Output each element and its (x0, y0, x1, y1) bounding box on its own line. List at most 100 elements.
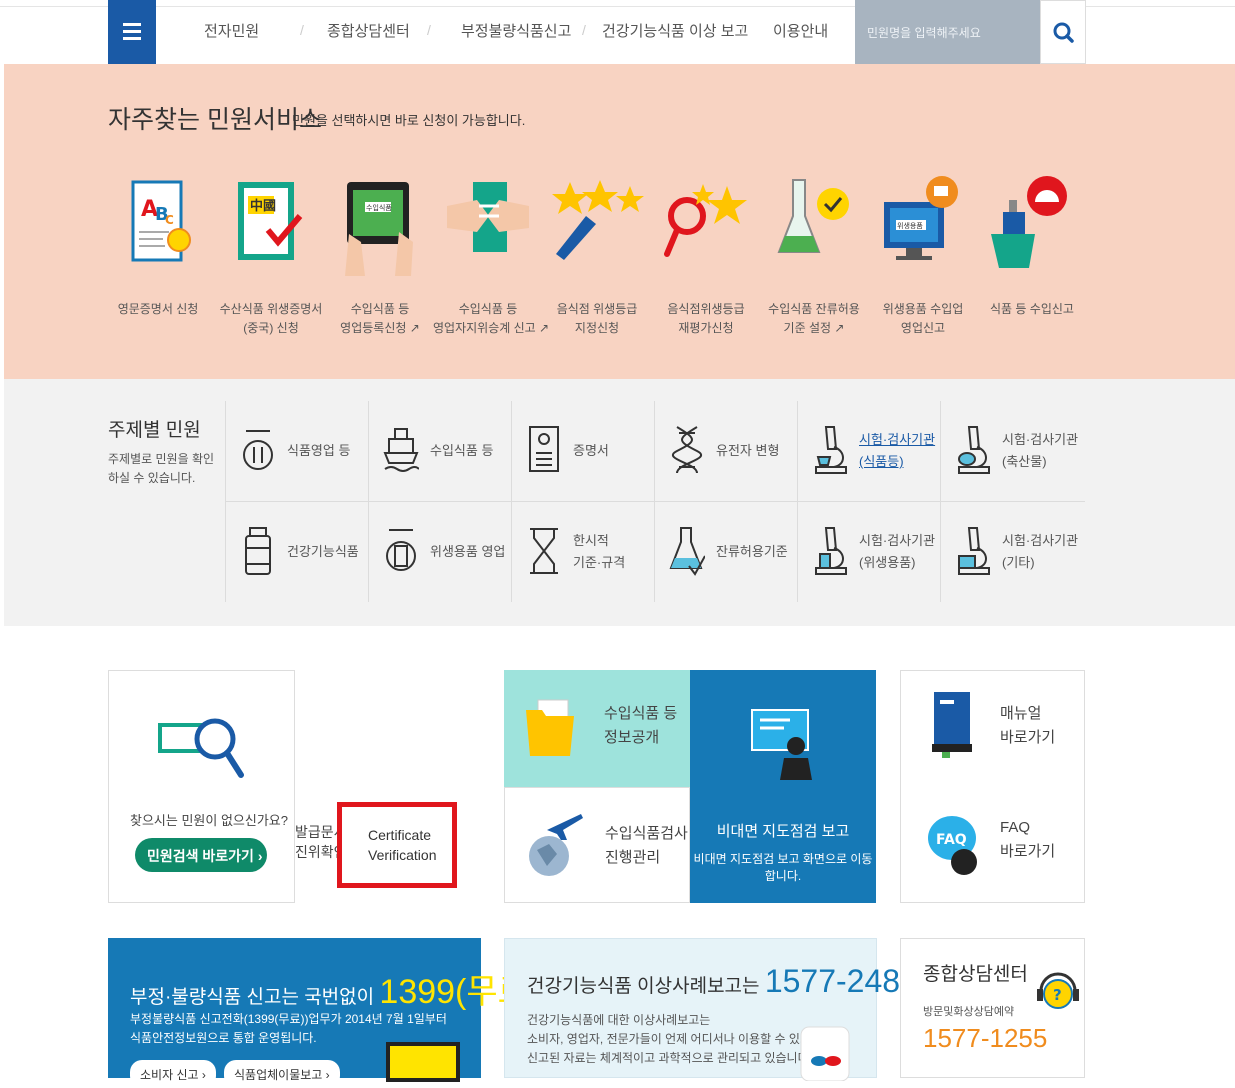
ship-icon (991, 176, 1067, 268)
service-label: 수입식품 등 영업자지위승계 신고 ↗ (433, 302, 550, 335)
cell-label: 한시적 기준·규격 (573, 533, 626, 570)
theme-services-title: 주제별 민원 (108, 420, 201, 441)
certificate-verification-callout[interactable]: Certificate Verification (337, 802, 457, 888)
tile-import-inspection[interactable]: 수입식품검사 진행관리 (504, 787, 690, 903)
china-document-icon: 中國 (238, 182, 303, 260)
theme-cell-certificate[interactable]: 증명서 (511, 401, 654, 501)
bottle-icon (245, 527, 271, 575)
cell-label: 증명서 (573, 443, 609, 458)
tablet-icon: 수입식품 (345, 182, 413, 276)
service-label: 음식점 위생등급 지정신청 (556, 302, 638, 335)
flask-check-icon (669, 527, 705, 576)
handshake-icon (447, 182, 529, 252)
nav-item-e-civil[interactable]: 전자민원 (204, 20, 259, 41)
consumer-report-button[interactable]: 소비자 신고 › (130, 1060, 216, 1088)
theme-services-description: 주제별로 민원을 확인하실 수 있습니다. (108, 452, 215, 485)
certificate-icon: ABC (131, 180, 191, 262)
globe-plane-icon (529, 814, 583, 876)
theme-cell-hygiene-business[interactable]: 위생용품 영업 (368, 502, 511, 602)
nav-item-health-food[interactable]: 건강기능식품 이상 보고 (602, 20, 748, 41)
certificate-outline-icon (529, 426, 559, 472)
search-icon (1053, 22, 1074, 43)
tile-label: 수입식품검사 진행관리 (605, 825, 688, 866)
service-label: 음식점위생등급 재평가신청 (667, 302, 745, 335)
service-label: 영문증명서 신청 (117, 302, 199, 316)
faq-label: FAQ 바로가기 (1000, 819, 1056, 860)
cell-label: 잔류허용기준 (716, 544, 788, 559)
service-label: 수입식품 잔류허용 기준 설정 ↗ (768, 302, 860, 335)
menu-button[interactable] (108, 0, 156, 64)
health-report-description: 건강기능식품에 대한 이상사례보고는 소비자, 영업자, 전문가들이 언제 어디서… (527, 1013, 815, 1065)
svg-text:위생용품: 위생용품 (897, 221, 923, 230)
tile-import-info[interactable]: 수입식품 등 정보공개 (504, 670, 690, 787)
magnifier-star-icon (664, 184, 747, 257)
search-button[interactable] (1040, 0, 1086, 64)
service-label: 수입식품 등 영업등록신청 ↗ (340, 302, 420, 335)
faq-bubble-icon: FAQ (928, 816, 977, 875)
service-label: 수산식품 위생증명서 (중국) 신청 (219, 302, 323, 335)
remote-inspection-title: 비대면 지도점검 보고 (716, 823, 850, 840)
dna-icon (672, 426, 702, 474)
counsel-phone: 1577-1255 (923, 1023, 1048, 1053)
svg-text:FAQ: FAQ (936, 832, 967, 848)
search-magnifier-icon (158, 718, 244, 778)
theme-cell-food-business[interactable]: 식품영업 등 (225, 401, 368, 501)
microscope-bottle-icon (815, 527, 847, 575)
theme-cell-gmo[interactable]: 유전자 변형 (654, 401, 797, 501)
pill-bottle-icon (800, 1026, 850, 1081)
foreign-matter-report-button[interactable]: 식품업체이물보고 › (224, 1060, 340, 1088)
cell-label: 시험·검사기관 (위생용품) (859, 533, 936, 570)
fork-knife-icon (243, 430, 273, 470)
faq-link[interactable]: FAQ FAQ 바로가기 (900, 786, 1085, 903)
counsel-center-banner[interactable]: 종합상담센터 방문및화상상담예약 1577-1255 ? (900, 938, 1085, 1078)
stars-icon (552, 180, 644, 260)
nav-item-counsel[interactable]: 종합상담센터 (327, 20, 410, 41)
cell-label: 식품영업 등 (287, 443, 351, 458)
theme-cell-imported-food[interactable]: 수입식품 등 (368, 401, 511, 501)
manual-link[interactable]: 매뉴얼 바로가기 (900, 670, 1085, 786)
nav-separator: / (740, 22, 744, 38)
theme-cell-health-food[interactable]: 건강기능식품 (225, 502, 368, 602)
nav-item-guide[interactable]: 이용안내 (773, 20, 828, 41)
frequent-services-title: 자주찾는 민원서비스 (108, 106, 322, 134)
nav-item-bad-food[interactable]: 부정불량식품신고 (461, 20, 571, 41)
cell-label: 시험·검사기관 (축산물) (1002, 432, 1079, 469)
headset-icon: ? (1037, 972, 1079, 1009)
remote-monitor-icon (751, 709, 812, 780)
nav-separator: / (427, 22, 431, 38)
service-label: 위생용품 수입업 영업신고 (882, 302, 964, 335)
theme-cell-lab-other[interactable]: 시험·검사기관 (기타) (940, 502, 1083, 602)
svg-text:?: ? (1053, 986, 1062, 1004)
tile-label: 수입식품 등 정보공개 (604, 705, 678, 746)
cell-label: 유전자 변형 (716, 443, 780, 458)
cell-label: 건강기능식품 (287, 544, 359, 559)
find-service-button[interactable]: 민원검색 바로가기 › (135, 838, 267, 872)
health-food-report-banner[interactable]: 건강기능식품 이상사례보고는 1577-2488 건강기능식품에 대한 이상사례… (504, 938, 918, 1081)
search-input[interactable]: 민원명을 입력해주세요 (855, 0, 1040, 64)
phone-illustration (386, 1042, 460, 1082)
theme-cell-lab-livestock[interactable]: 시험·검사기관 (축산물) (940, 401, 1083, 501)
theme-cell-lab-food[interactable]: 시험·검사기관 (식품등) (797, 401, 940, 501)
theme-cell-temporary-standard[interactable]: 한시적 기준·규격 (511, 502, 654, 602)
manual-label: 매뉴얼 바로가기 (1000, 705, 1056, 746)
theme-cell-residue-standard[interactable]: 잔류허용기준 (654, 502, 797, 602)
hourglass-icon (530, 528, 558, 574)
svg-text:수입식품: 수입식품 (366, 203, 392, 212)
theme-cell-lab-hygiene[interactable]: 시험·검사기관 (위생용품) (797, 502, 940, 602)
bad-food-report-banner[interactable]: 부정·불량식품 신고는 국번없이 1399(무료) 부정불량식품 신고전화(13… (108, 938, 540, 1088)
remote-inspection-subtitle: 비대면 지도점검 보고 화면으로 이동합니다. (693, 852, 873, 883)
cup-icon (386, 529, 416, 571)
svg-text:中國: 中國 (250, 198, 276, 214)
ship-outline-icon (383, 428, 419, 472)
top-navigation: 전자민원 / 종합상담센터 / 부정불량식품신고 / 건강기능식품 이상 보고 … (0, 0, 1235, 64)
cell-label: 수입식품 등 (430, 443, 494, 458)
microscope-meat-icon (958, 426, 990, 474)
report-title: 부정·불량식품 신고는 국번없이 1399(무료) (130, 973, 541, 1011)
microscope-box-icon (958, 527, 990, 575)
monitor-icon: 위생용품 (884, 176, 958, 260)
service-label: 식품 등 수입신고 (990, 302, 1074, 316)
nav-separator: / (582, 22, 586, 38)
microscope-icon (815, 426, 847, 474)
cell-label: 시험·검사기관 (기타) (1002, 533, 1079, 570)
health-report-title: 건강기능식품 이상사례보고는 1577-2488 (527, 963, 918, 999)
